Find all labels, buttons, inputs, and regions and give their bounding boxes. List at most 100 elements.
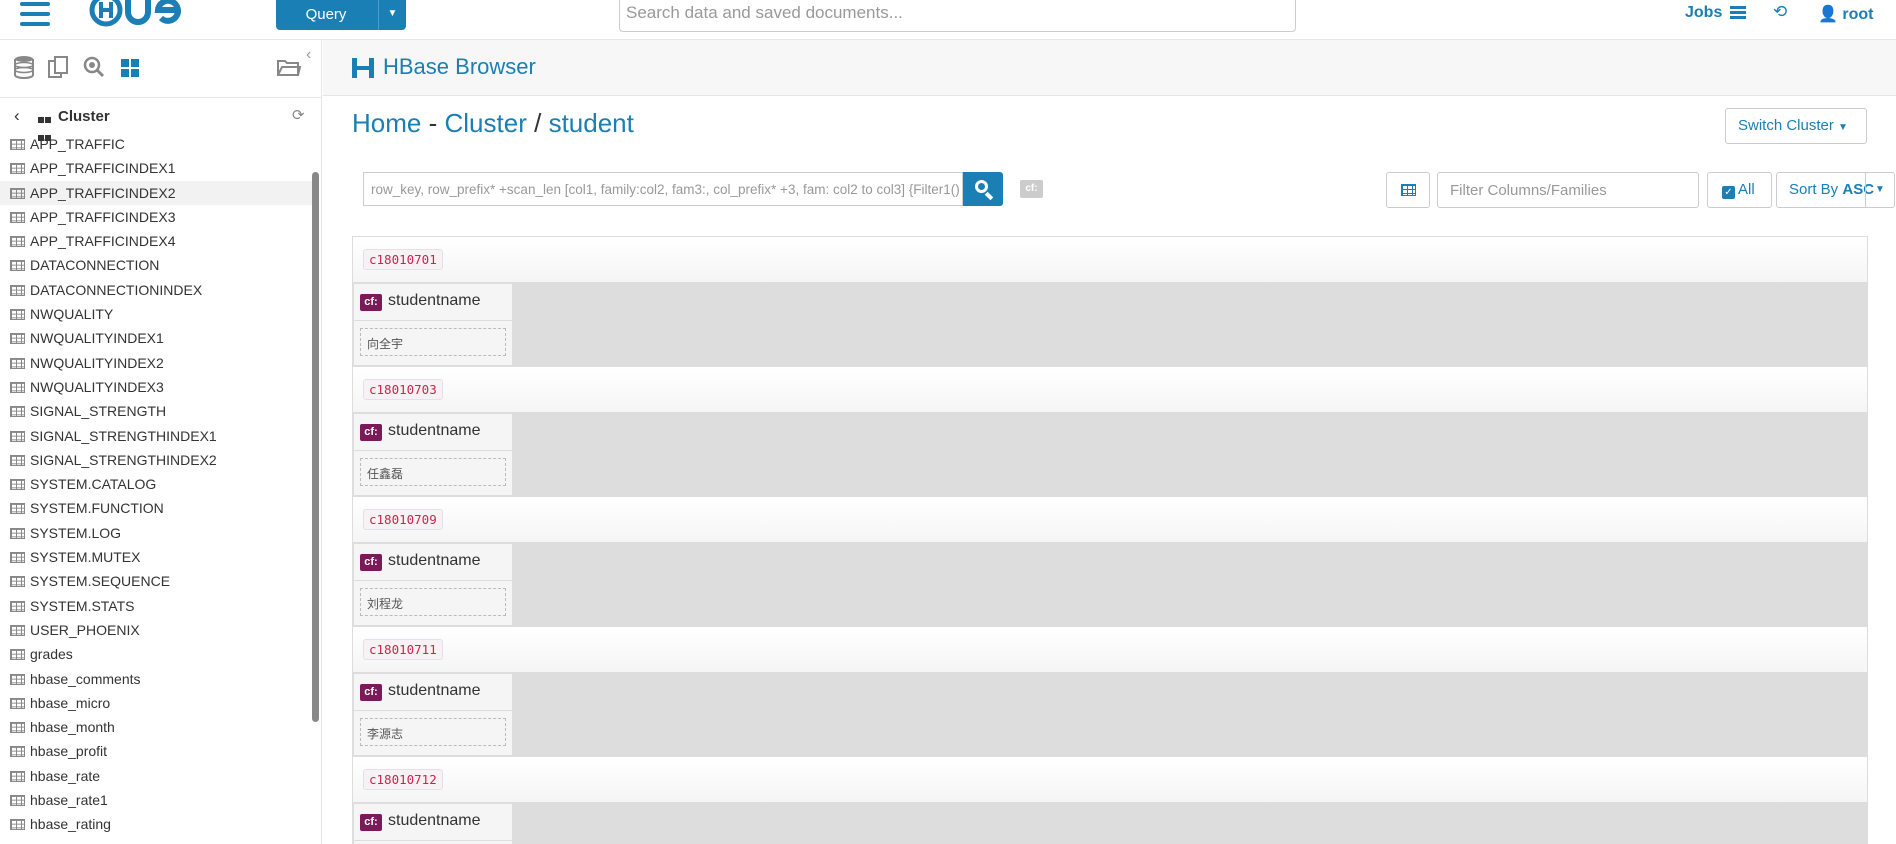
table-icon: [10, 236, 25, 248]
sidebar-table-item[interactable]: hbase_rating: [0, 812, 312, 836]
sidebar-table-item[interactable]: SIGNAL_STRENGTH: [0, 399, 312, 423]
sidebar-table-item[interactable]: DATACONNECTIONINDEX: [0, 278, 312, 302]
sidebar-table-item[interactable]: APP_TRAFFICINDEX1: [0, 156, 312, 180]
assist-source-tabs: ‹: [0, 40, 321, 98]
global-search-input[interactable]: Search data and saved documents...: [619, 0, 1296, 32]
refresh-icon[interactable]: ⟳: [292, 106, 305, 124]
row-key[interactable]: c18010709: [363, 509, 443, 530]
cell[interactable]: cf: studentname 李源志: [353, 673, 513, 756]
breadcrumb-home[interactable]: Home: [352, 108, 421, 138]
sidebar-table-item[interactable]: SYSTEM.LOG: [0, 521, 312, 545]
table-name: APP_TRAFFICINDEX1: [30, 160, 176, 177]
sidebar-table-item[interactable]: SYSTEM.MUTEX: [0, 545, 312, 569]
table-icon: [10, 454, 25, 466]
sidebar-table-item[interactable]: SYSTEM.STATS: [0, 594, 312, 618]
row-key[interactable]: c18010703: [363, 379, 443, 400]
database-icon[interactable]: [12, 55, 36, 79]
column-name: studentname: [388, 292, 481, 309]
search-assist-icon[interactable]: [82, 55, 106, 79]
breadcrumb-separator: -: [428, 108, 438, 138]
sidebar-table-item[interactable]: hbase_rate: [0, 764, 312, 788]
table-icon: [10, 770, 25, 782]
chevron-down-icon[interactable]: ▼: [378, 0, 406, 30]
sidebar-table-item[interactable]: DATACONNECTION: [0, 253, 312, 277]
cell[interactable]: cf: studentname: [353, 803, 513, 844]
left-assist-panel: ‹ ‹ Cluster ⟳ APP_TRAFFIC APP_TRAFFICINDE…: [0, 40, 322, 844]
column-name: studentname: [388, 812, 481, 829]
table-icon: [10, 357, 25, 369]
cluster-title: Cluster: [58, 108, 110, 125]
table-icon: [10, 746, 25, 758]
menu-icon[interactable]: [20, 2, 50, 28]
row-key-header[interactable]: c18010712: [352, 756, 1868, 803]
table-name: SYSTEM.STATS: [30, 597, 135, 614]
sidebar-table-item[interactable]: hbase_comments: [0, 667, 312, 691]
table-name: APP_TRAFFIC: [30, 136, 125, 152]
user-menu[interactable]: 👤 root: [1818, 4, 1873, 24]
row-key[interactable]: c18010701: [363, 249, 443, 270]
cell[interactable]: cf: studentname 刘程龙: [353, 543, 513, 626]
sidebar-table-item[interactable]: NWQUALITYINDEX2: [0, 351, 312, 375]
row-key[interactable]: c18010712: [363, 769, 443, 790]
sidebar-table-item[interactable]: USER_PHOENIX: [0, 618, 312, 642]
jobs-list-icon[interactable]: [1730, 6, 1746, 20]
row-query-input[interactable]: row_key, row_prefix* +scan_len [col1, fa…: [363, 172, 963, 206]
sidebar-table-item[interactable]: hbase_month: [0, 715, 312, 739]
sidebar-table-item[interactable]: SYSTEM.FUNCTION: [0, 496, 312, 520]
filter-columns-input[interactable]: Filter Columns/Families: [1437, 172, 1699, 208]
table-name: hbase_micro: [30, 694, 111, 711]
sidebar-table-item[interactable]: NWQUALITYINDEX1: [0, 326, 312, 350]
hbase-grid-icon[interactable]: [118, 55, 142, 79]
grid-view-button[interactable]: [1386, 172, 1430, 208]
select-all-button[interactable]: ✓ All: [1707, 172, 1772, 208]
breadcrumb-cluster[interactable]: Cluster: [445, 108, 527, 138]
jobs-link[interactable]: Jobs: [1685, 4, 1722, 22]
breadcrumb-separator: /: [534, 108, 542, 138]
sidebar-scrollbar[interactable]: [312, 172, 319, 722]
sidebar-table-item[interactable]: APP_TRAFFICINDEX3: [0, 205, 312, 229]
history-icon[interactable]: ⟲: [1773, 2, 1787, 22]
back-chevron-icon[interactable]: ‹: [14, 106, 20, 126]
cell[interactable]: cf: studentname 任鑫磊: [353, 413, 513, 496]
main-content: HBase Browser Home - Cluster / student S…: [323, 40, 1896, 844]
sidebar-table-item[interactable]: APP_TRAFFIC: [0, 132, 312, 156]
row-key-header[interactable]: c18010703: [352, 366, 1868, 413]
sidebar-table-item[interactable]: SIGNAL_STRENGTHINDEX2: [0, 448, 312, 472]
cell[interactable]: cf: studentname 向全宇: [353, 283, 513, 366]
query-button[interactable]: Query ▼: [276, 0, 406, 30]
documents-icon[interactable]: [46, 55, 70, 79]
hue-logo[interactable]: [88, 0, 198, 42]
sidebar-table-item[interactable]: APP_TRAFFICINDEX4: [0, 229, 312, 253]
sidebar-table-item[interactable]: hbase_micro: [0, 691, 312, 715]
table-icon: [10, 163, 25, 175]
sort-dropdown-toggle[interactable]: ▼: [1865, 172, 1895, 208]
sidebar-table-item[interactable]: NWQUALITYINDEX3: [0, 375, 312, 399]
search-button[interactable]: [963, 172, 1003, 206]
cell-value[interactable]: 刘程龙: [360, 588, 506, 616]
sidebar-table-item[interactable]: SIGNAL_STRENGTHINDEX1: [0, 424, 312, 448]
folder-open-icon[interactable]: [276, 55, 302, 79]
table-icon: [10, 309, 25, 321]
row-key-header[interactable]: c18010709: [352, 496, 1868, 543]
table-name: hbase_comments: [30, 670, 141, 687]
column-family-chip[interactable]: cf:: [1020, 180, 1043, 198]
sidebar-table-item[interactable]: hbase_rate1: [0, 788, 312, 812]
sidebar-table-item[interactable]: grades: [0, 642, 312, 666]
sidebar-table-item[interactable]: SYSTEM.CATALOG: [0, 472, 312, 496]
sidebar-table-item[interactable]: APP_TRAFFICINDEX2: [0, 180, 312, 205]
breadcrumb-table[interactable]: student: [549, 108, 634, 138]
sidebar-table-item[interactable]: SYSTEM.SEQUENCE: [0, 569, 312, 593]
row-key-header[interactable]: c18010701: [352, 236, 1868, 283]
cell-value[interactable]: 向全宇: [360, 328, 506, 356]
sidebar-table-item[interactable]: NWQUALITY: [0, 302, 312, 326]
sidebar-table-item[interactable]: hbase_profit: [0, 739, 312, 763]
table-icon: [10, 139, 25, 150]
row-key-header[interactable]: c18010711: [352, 626, 1868, 673]
cell-value[interactable]: 任鑫磊: [360, 458, 506, 486]
sort-label: Sort By: [1789, 181, 1839, 198]
collapse-panel-icon[interactable]: ‹: [306, 46, 311, 64]
cell-value[interactable]: 李源志: [360, 718, 506, 746]
sort-button[interactable]: Sort By ASC: [1776, 172, 1874, 208]
row-key[interactable]: c18010711: [363, 639, 443, 660]
switch-cluster-button[interactable]: Switch Cluster ▼: [1725, 108, 1867, 144]
